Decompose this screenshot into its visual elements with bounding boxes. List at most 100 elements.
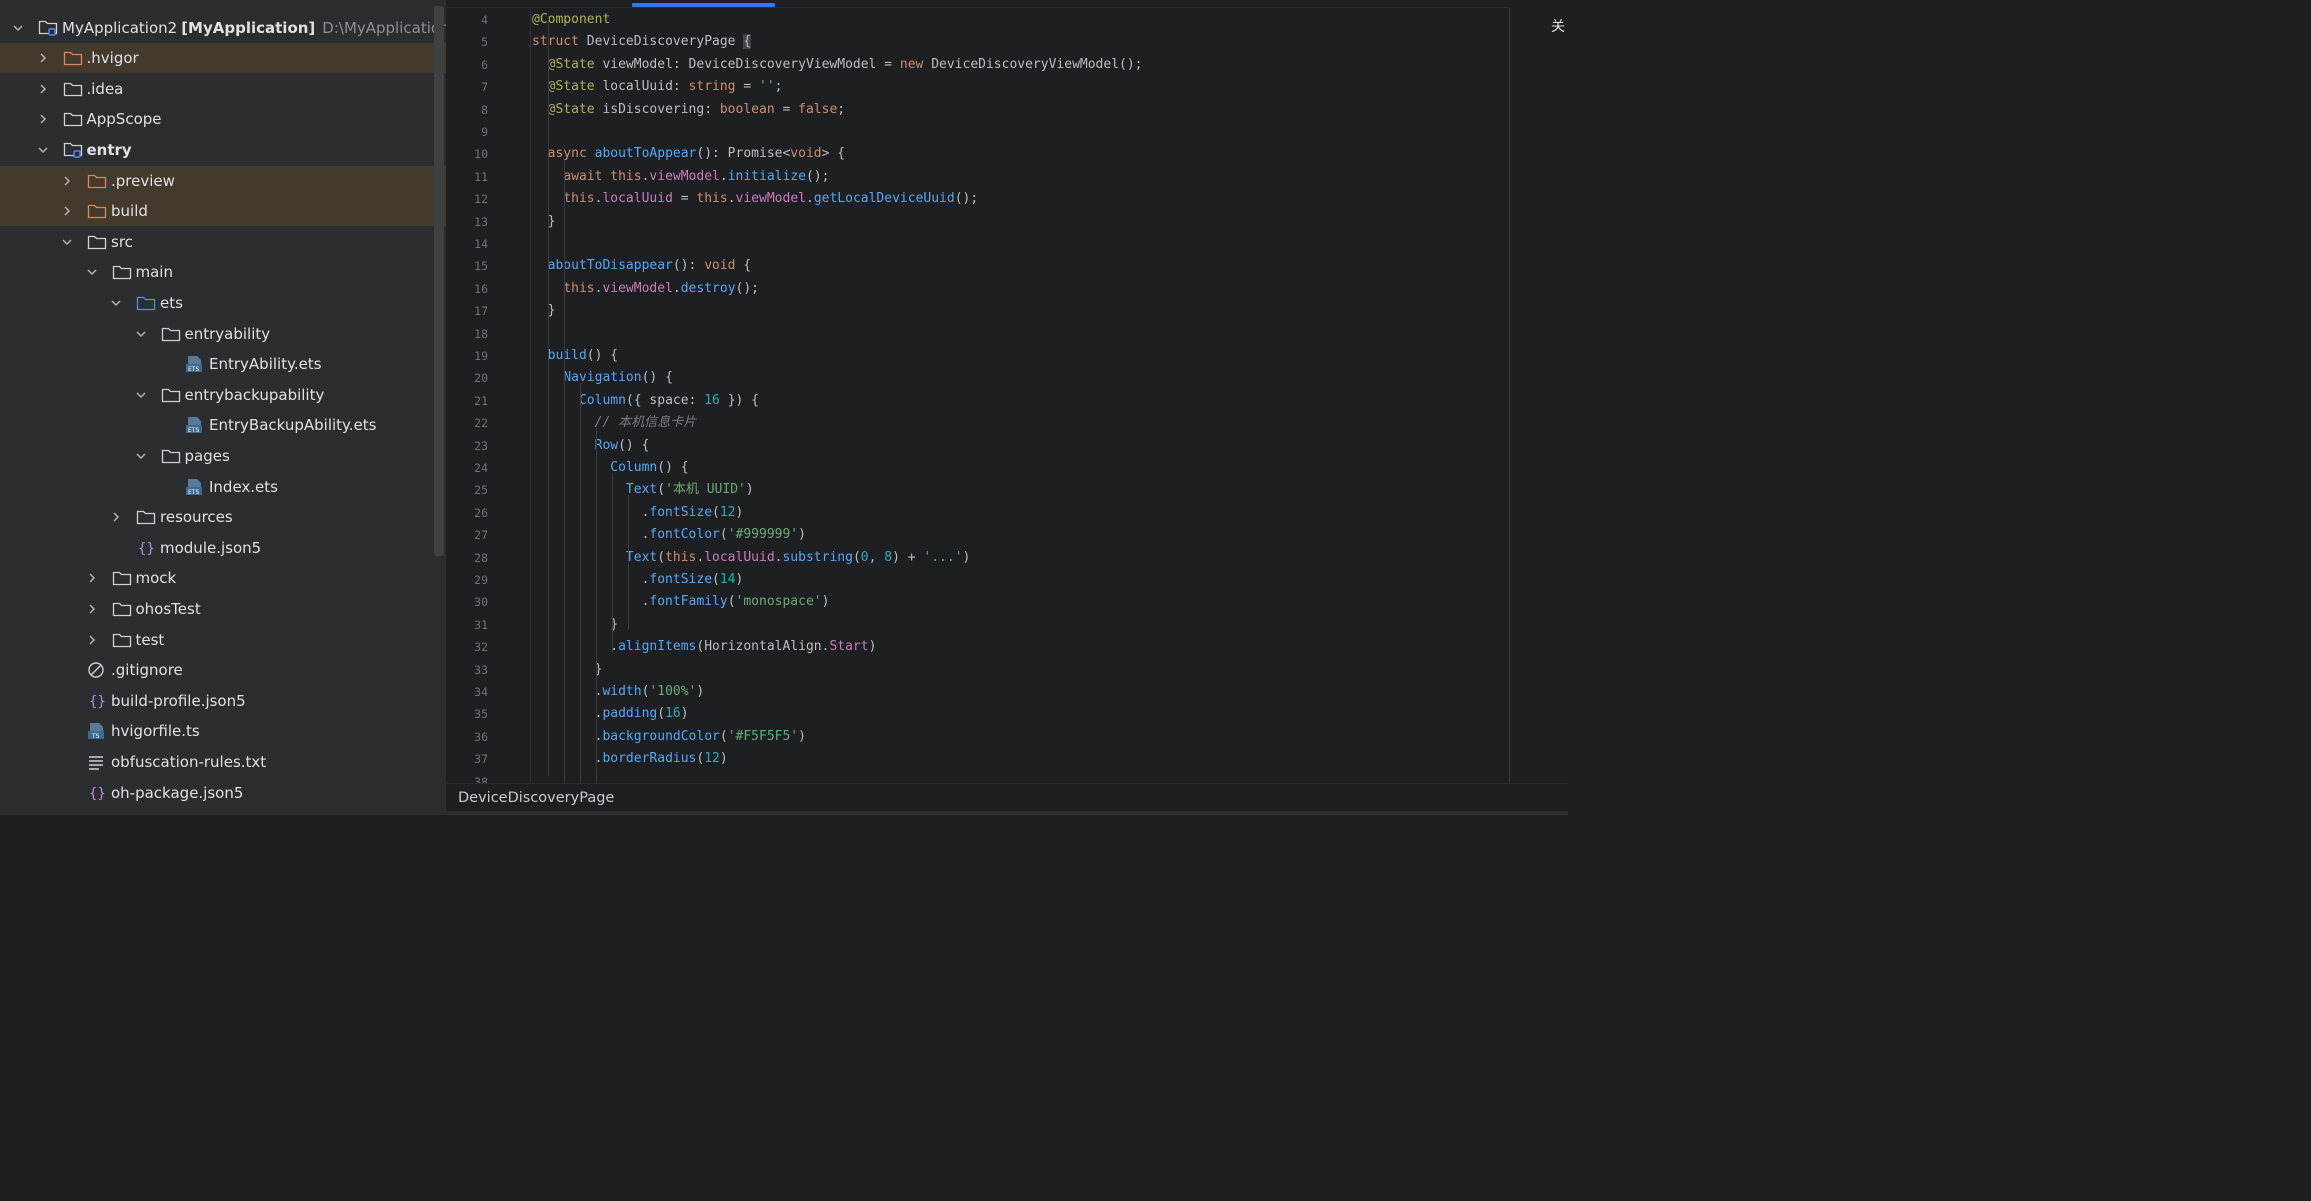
code-token: this	[563, 191, 595, 207]
tree-row[interactable]: mock	[0, 563, 446, 593]
tree-row[interactable]: entrybackupability	[0, 380, 446, 410]
code-line[interactable]: // 本机信息卡片	[532, 412, 696, 434]
tree-row[interactable]: .gitignore	[0, 655, 446, 685]
tree-row-label: EntryBackupAbility.ets	[209, 416, 377, 435]
code-line[interactable]: }	[532, 300, 556, 322]
chevron-down-icon[interactable]	[61, 235, 73, 249]
chevron-right-icon[interactable]	[37, 112, 49, 126]
code-token: void	[704, 258, 736, 274]
tree-scrollbar[interactable]	[434, 6, 444, 556]
code-line[interactable]: await this.viewModel.initialize();	[532, 166, 829, 188]
code-line[interactable]: @State viewModel: DeviceDiscoveryViewMod…	[532, 54, 1143, 76]
code-token: this	[563, 280, 595, 296]
tree-row[interactable]: ETS EntryBackupAbility.ets	[0, 410, 446, 440]
code-line[interactable]: Text(this.localUuid.substring(0, 8) + '.…	[532, 547, 970, 569]
text-file-icon	[87, 753, 107, 771]
code-line[interactable]: async aboutToAppear(): Promise<void> {	[532, 143, 845, 165]
tree-row[interactable]: ets	[0, 288, 446, 318]
tree-row[interactable]: entryability	[0, 319, 446, 349]
breadcrumb-item[interactable]: DeviceDiscoveryPage	[458, 790, 614, 806]
folder-icon	[112, 263, 132, 281]
code-line[interactable]: this.localUuid = this.viewModel.getLocal…	[532, 188, 978, 210]
code-line[interactable]: .padding(16)	[532, 703, 689, 725]
code-line[interactable]: .fontFamily('monospace')	[532, 591, 830, 613]
code-line[interactable]: .backgroundColor('#F5F5F5')	[532, 726, 806, 748]
tree-row[interactable]: {} module.json5	[0, 533, 446, 563]
code-line[interactable]: Navigation() {	[532, 367, 673, 389]
chevron-down-icon[interactable]	[135, 327, 147, 341]
code-line[interactable]: @State localUuid: string = '';	[532, 76, 783, 98]
tree-row[interactable]: build	[0, 196, 446, 227]
chevron-down-icon[interactable]	[37, 143, 49, 157]
code-line[interactable]: @State isDiscovering: boolean = false;	[532, 99, 845, 121]
tree-row[interactable]: .preview	[0, 165, 446, 196]
chevron-right-icon[interactable]	[86, 602, 98, 616]
code-line[interactable]: }	[532, 614, 618, 636]
tree-row[interactable]: resources	[0, 502, 446, 532]
code-token: string	[688, 79, 736, 95]
code-line[interactable]: build() {	[532, 345, 618, 367]
code-line[interactable]: }	[532, 211, 556, 233]
chevron-down-icon[interactable]	[86, 265, 98, 279]
chevron-right-icon[interactable]	[86, 633, 98, 647]
code-line[interactable]: this.viewModel.destroy();	[532, 278, 759, 300]
code-line[interactable]: struct DeviceDiscoveryPage {	[532, 31, 752, 53]
tree-row[interactable]: ETS Index.ets	[0, 472, 446, 502]
code-line[interactable]: Column({ space: 16 }) {	[532, 390, 759, 412]
svg-text:{}: {}	[89, 786, 106, 802]
chevron-right-icon[interactable]	[61, 174, 73, 188]
code-editor[interactable]: 4 5 6 7 8 9 10 11 12 13 14 15 16 17 18 19 20 21 22 23 24 25 26…	[446, 8, 1568, 783]
indent-guide	[564, 160, 565, 783]
code-line[interactable]: .borderRadius(12)	[532, 748, 728, 770]
tree-row[interactable]: entry	[0, 135, 446, 165]
code-token: 8	[884, 549, 893, 565]
chevron-right-icon[interactable]	[86, 571, 98, 585]
tree-row[interactable]: src	[0, 227, 446, 257]
code-line[interactable]: Text('本机 UUID')	[532, 479, 754, 501]
chevron-right-icon[interactable]	[37, 51, 49, 65]
code-line[interactable]: Row() {	[532, 435, 650, 457]
code-line[interactable]: Column() {	[532, 457, 688, 479]
tree-row-label: obfuscation-rules.txt	[111, 752, 267, 771]
code-token: =	[774, 101, 799, 117]
code-token: ();	[805, 168, 830, 184]
code-line[interactable]: .alignItems(HorizontalAlign.Start)	[532, 636, 876, 658]
code-token: Text	[625, 549, 658, 565]
tree-row[interactable]: pages	[0, 441, 446, 471]
breadcrumb[interactable]: DeviceDiscoveryPage	[446, 783, 1568, 811]
tree-row[interactable]: .idea	[0, 74, 446, 104]
code-line[interactable]: .width('100%')	[532, 681, 705, 703]
tree-row[interactable]: main	[0, 257, 446, 287]
tree-row[interactable]: MyApplication2 [MyApplication] D:\MyApplic…	[0, 13, 446, 43]
tree-row[interactable]: obfuscation-rules.txt	[0, 747, 446, 777]
chevron-down-icon[interactable]	[12, 21, 24, 35]
chevron-right-icon[interactable]	[110, 510, 122, 524]
code-line[interactable]: }	[532, 659, 603, 681]
code-token: ();	[735, 280, 760, 296]
code-token: borderRadius	[602, 751, 697, 767]
tree-row[interactable]: {} build-profile.json5	[0, 686, 446, 716]
tree-row-label: entryability	[184, 324, 271, 343]
code-token: initialize	[727, 168, 806, 184]
chevron-down-icon[interactable]	[135, 449, 147, 463]
code-line[interactable]: .fontColor('#999999')	[532, 524, 806, 546]
tree-row[interactable]: ETS EntryAbility.ets	[0, 349, 446, 379]
tree-row[interactable]: {} oh-package.json5	[0, 778, 446, 808]
tree-row[interactable]: AppScope	[0, 104, 446, 134]
chevron-down-icon[interactable]	[135, 388, 147, 402]
code-token: {	[735, 258, 752, 274]
code-token: .	[719, 168, 728, 184]
chevron-right-icon[interactable]	[37, 82, 49, 96]
tree-row[interactable]: .hvigor	[0, 43, 446, 74]
tree-row[interactable]: test	[0, 625, 446, 655]
code-line[interactable]: @Component	[532, 9, 610, 31]
svg-text:TS: TS	[91, 733, 100, 740]
code-token: substring	[782, 549, 853, 565]
chevron-down-icon[interactable]	[110, 296, 122, 310]
ets-file-icon: ETS	[185, 355, 205, 373]
tree-row[interactable]: TS hvigorfile.ts	[0, 716, 446, 746]
tree-row[interactable]: ohosTest	[0, 594, 446, 624]
code-token: @State	[547, 101, 603, 117]
chevron-right-icon[interactable]	[61, 204, 73, 218]
